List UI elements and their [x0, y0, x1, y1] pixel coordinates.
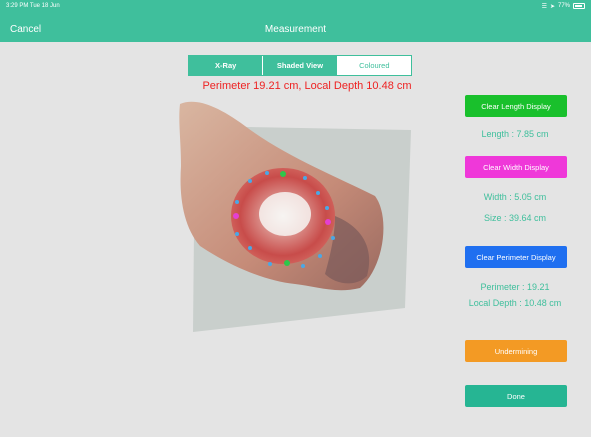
status-indicators: ☰ ➤ 77%	[542, 3, 585, 10]
status-bar: 3:29 PM Tue 18 Jun ☰ ➤ 77%	[0, 0, 591, 12]
perimeter-value: Perimeter : 19.21	[480, 282, 550, 292]
local-depth-value: Local Depth : 10.48 cm	[468, 298, 562, 308]
location-icon: ➤	[549, 3, 555, 10]
wound-3d-model[interactable]	[175, 96, 415, 341]
size-value: Size : 39.64 cm	[483, 213, 547, 223]
navigation-bar: 3:29 PM Tue 18 Jun ☰ ➤ 77% Cancel Measur…	[0, 0, 591, 42]
battery-percent: 77%	[557, 3, 570, 9]
wifi-icon: ☰	[541, 3, 547, 10]
status-time: 3:29 PM Tue 18 Jun	[6, 3, 60, 9]
clear-length-display-button[interactable]: Clear Length Display	[465, 95, 567, 117]
page-title: Measurement	[264, 24, 327, 35]
view-mode-segmented-control: X-Ray Shaded View Coloured	[188, 55, 412, 76]
battery-icon	[573, 3, 585, 9]
done-button[interactable]: Done	[465, 385, 567, 407]
measurement-summary: Perimeter 19.21 cm, Local Depth 10.48 cm	[202, 80, 412, 92]
width-value: Width : 5.05 cm	[483, 192, 547, 202]
tab-x-ray[interactable]: X-Ray	[189, 56, 264, 75]
undermining-button[interactable]: Undermining	[465, 340, 567, 362]
clear-perimeter-display-button[interactable]: Clear Perimeter Display	[465, 246, 567, 268]
tab-coloured[interactable]: Coloured	[337, 56, 411, 75]
length-value: Length : 7.85 cm	[481, 129, 549, 139]
clear-width-display-button[interactable]: Clear Width Display	[465, 156, 567, 178]
wound-slough	[259, 192, 311, 236]
tab-shaded-view[interactable]: Shaded View	[263, 56, 338, 75]
